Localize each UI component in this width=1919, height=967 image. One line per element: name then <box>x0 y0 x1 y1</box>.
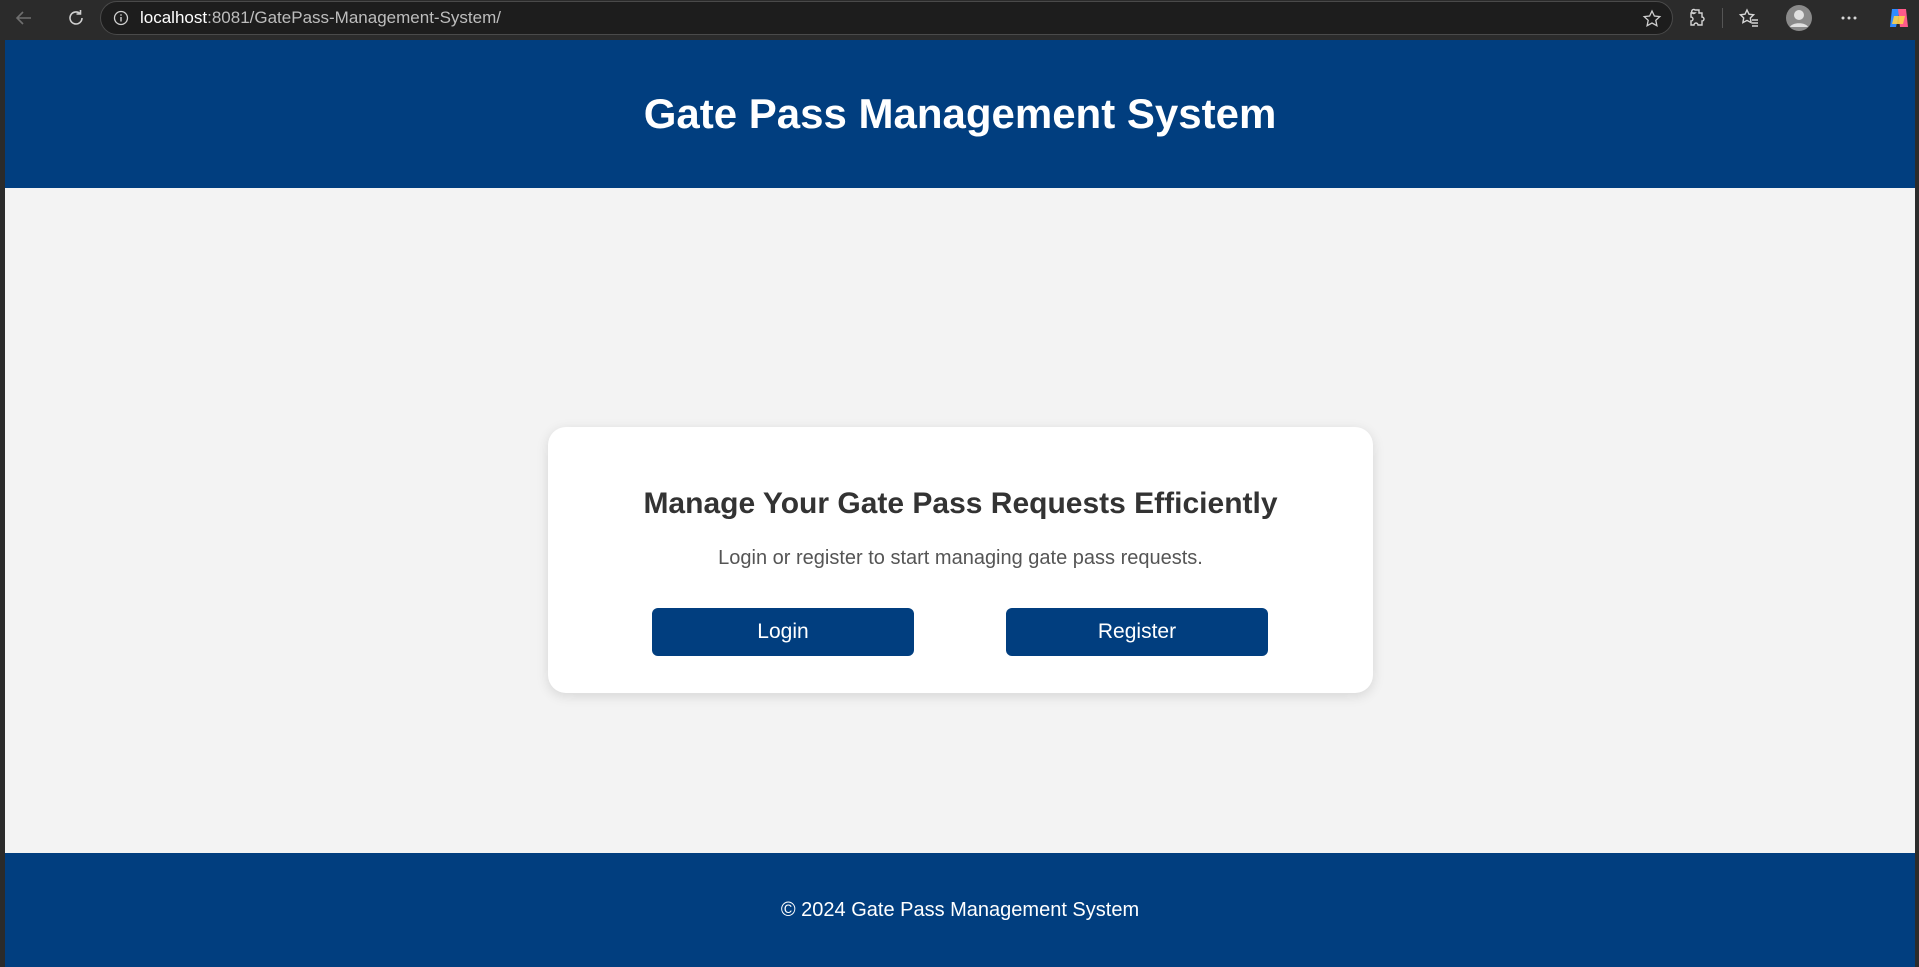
login-button[interactable]: Login <box>652 608 914 656</box>
footer-copyright: © 2024 Gate Pass Management System <box>780 898 1140 921</box>
card-heading: Manage Your Gate Pass Requests Efficient… <box>643 487 1278 520</box>
more-options-icon[interactable] <box>1831 0 1867 36</box>
browser-toolbar: localhost:8081/GatePass-Management-Syste… <box>0 0 1919 36</box>
url-path: :8081/GatePass-Management-System/ <box>207 8 501 27</box>
site-footer: © 2024 Gate Pass Management System <box>5 853 1915 967</box>
reload-icon[interactable] <box>58 0 94 36</box>
toolbar-right <box>1680 0 1919 36</box>
register-button[interactable]: Register <box>1006 608 1268 656</box>
star-icon[interactable] <box>1642 9 1662 29</box>
welcome-card: Manage Your Gate Pass Requests Efficient… <box>548 427 1373 693</box>
address-bar[interactable]: localhost:8081/GatePass-Management-Syste… <box>100 1 1673 35</box>
page-viewport: Gate Pass Management System Manage Your … <box>5 40 1915 967</box>
url-text: localhost:8081/GatePass-Management-Syste… <box>140 8 501 28</box>
profile-avatar-icon[interactable] <box>1781 0 1817 36</box>
page-title: Gate Pass Management System <box>643 90 1277 137</box>
toolbar-divider <box>1722 8 1723 28</box>
card-subtitle: Login or register to start managing gate… <box>718 547 1203 569</box>
info-icon[interactable] <box>112 9 130 27</box>
copilot-icon[interactable] <box>1881 0 1917 36</box>
back-arrow-icon[interactable] <box>6 0 42 36</box>
site-header: Gate Pass Management System <box>5 40 1915 188</box>
main-content: Manage Your Gate Pass Requests Efficient… <box>5 188 1915 853</box>
url-host: localhost <box>140 8 208 27</box>
favorites-icon[interactable] <box>1731 0 1767 36</box>
extensions-icon[interactable] <box>1680 0 1716 36</box>
